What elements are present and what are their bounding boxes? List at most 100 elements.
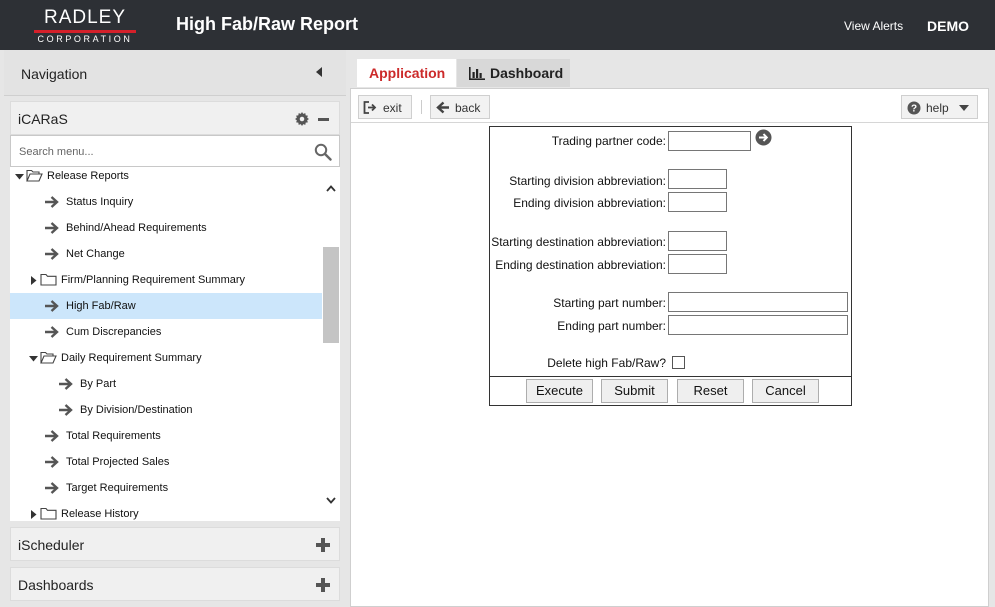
tree-item-label: By Part [80, 378, 117, 390]
tree-item[interactable]: Total Requirements [10, 423, 322, 449]
tree-item-label: Total Requirements [66, 430, 161, 442]
tree-item[interactable]: Release History [10, 501, 322, 521]
tree-item-label: Release History [61, 508, 139, 520]
start-destination-input[interactable] [668, 231, 727, 251]
caret-right-icon[interactable] [29, 276, 38, 285]
plus-icon[interactable] [316, 538, 330, 552]
start-destination-label: Starting destination abbreviation: [491, 235, 666, 249]
tree-item[interactable]: High Fab/Raw [10, 293, 322, 319]
tree-item[interactable]: By Part [10, 371, 322, 397]
accordion-ischeduler[interactable]: iScheduler [10, 527, 340, 561]
exit-icon [363, 101, 377, 114]
tree-item[interactable]: Behind/Ahead Requirements [10, 215, 322, 241]
scroll-down-icon[interactable] [326, 497, 336, 504]
tree-scrollbar[interactable] [322, 167, 340, 521]
tab-dashboard-label: Dashboard [490, 65, 564, 81]
accordion-icaras[interactable]: iCARaS [10, 101, 340, 135]
tab-bar: Application Dashboard [350, 50, 995, 87]
back-button[interactable]: back [430, 95, 490, 119]
accordion-dashboards[interactable]: Dashboards [10, 567, 340, 601]
view-alerts-link[interactable]: View Alerts [844, 19, 903, 33]
tree-item-label: Total Projected Sales [66, 456, 170, 468]
search-icon[interactable] [314, 143, 332, 161]
arrow-right-icon [45, 196, 59, 208]
gear-icon[interactable] [295, 112, 309, 126]
scroll-up-icon[interactable] [326, 185, 336, 192]
exit-button[interactable]: exit [358, 95, 412, 119]
exit-label: exit [383, 101, 402, 115]
main-content: exit back ? help Trading partner code: S… [350, 88, 989, 607]
tab-dashboard[interactable]: Dashboard [457, 59, 570, 87]
tree-item[interactable]: Total Projected Sales [10, 449, 322, 475]
trading-partner-input[interactable] [668, 131, 751, 151]
svg-text:?: ? [911, 104, 917, 115]
help-label: help [926, 101, 949, 115]
start-part-input[interactable] [668, 292, 848, 312]
arrow-right-icon [59, 404, 73, 416]
user-name[interactable]: DEMO [927, 18, 969, 34]
question-circle-icon: ? [907, 101, 921, 115]
cancel-button[interactable]: Cancel [752, 379, 819, 403]
tree-item-label: Target Requirements [66, 482, 169, 494]
scrollbar-thumb[interactable] [323, 247, 339, 343]
tree-item[interactable]: Daily Requirement Summary [10, 345, 322, 371]
trading-partner-label: Trading partner code: [551, 134, 666, 148]
navigation-panel: Navigation iCARaS Release Reports Status … [4, 50, 346, 607]
tree-item-label: Status Inquiry [66, 196, 134, 208]
folder-open-icon [26, 169, 43, 182]
back-label: back [455, 101, 481, 115]
tree-item-label: Firm/Planning Requirement Summary [61, 274, 246, 286]
tree-item-label: Behind/Ahead Requirements [66, 222, 207, 234]
menu-tree: Release Reports Status Inquiry Behind/Ahea… [10, 167, 322, 521]
logo-red-bar [34, 30, 136, 33]
execute-button[interactable]: Execute [526, 379, 593, 403]
help-button[interactable]: ? help [901, 95, 978, 119]
end-destination-input[interactable] [668, 254, 727, 274]
start-division-input[interactable] [668, 169, 727, 189]
tree-item[interactable]: Target Requirements [10, 475, 322, 501]
collapse-left-icon[interactable] [316, 67, 322, 77]
toolbar-divider [421, 100, 422, 114]
arrow-left-icon [436, 101, 449, 114]
radley-logo[interactable]: RADLEY CORPORATION [34, 8, 136, 44]
toolbar: exit back ? help [351, 89, 988, 123]
caret-down-icon[interactable] [29, 354, 38, 363]
tree-item[interactable]: Firm/Planning Requirement Summary [10, 267, 322, 293]
end-part-input[interactable] [668, 315, 848, 335]
arrow-right-icon [45, 300, 59, 312]
search-menu [10, 135, 340, 167]
delete-high-checkbox[interactable] [672, 356, 685, 369]
tab-application[interactable]: Application [357, 59, 456, 87]
delete-high-label: Delete high Fab/Raw? [547, 356, 666, 370]
arrow-right-icon [45, 456, 59, 468]
tree-item[interactable]: By Division/Destination [10, 397, 322, 423]
tree-item[interactable]: Status Inquiry [10, 189, 322, 215]
page-title: High Fab/Raw Report [176, 14, 359, 34]
tab-application-label: Application [369, 65, 446, 81]
submit-button[interactable]: Submit [601, 379, 668, 403]
form-divider [490, 376, 851, 377]
tree-item[interactable]: Release Reports [10, 167, 322, 189]
minus-icon[interactable] [318, 118, 329, 121]
tree-item-label: High Fab/Raw [66, 300, 136, 312]
plus-icon[interactable] [316, 578, 330, 592]
tree-item[interactable]: Net Change [10, 241, 322, 267]
bar-chart-icon [469, 67, 485, 80]
search-input[interactable] [19, 143, 299, 161]
navigation-title: Navigation [21, 66, 88, 82]
tree-item-label: Daily Requirement Summary [61, 352, 202, 364]
reset-button[interactable]: Reset [677, 379, 744, 403]
folder-icon [40, 273, 57, 286]
accordion-dashboards-title: Dashboards [18, 577, 94, 593]
end-part-label: Ending part number: [557, 319, 666, 333]
caret-right-icon[interactable] [29, 510, 38, 519]
end-destination-label: Ending destination abbreviation: [495, 258, 666, 272]
tree-item[interactable]: Cum Discrepancies [10, 319, 322, 345]
app-header: RADLEY CORPORATION High Fab/Raw Report V… [0, 0, 995, 50]
tree-item-label: Release Reports [47, 170, 129, 182]
caret-down-icon[interactable] [15, 172, 24, 181]
end-division-input[interactable] [668, 192, 727, 212]
arrow-right-circle-icon[interactable] [755, 129, 772, 146]
high-fab-raw-form: Trading partner code: Starting division … [489, 126, 852, 406]
arrow-right-icon [45, 222, 59, 234]
